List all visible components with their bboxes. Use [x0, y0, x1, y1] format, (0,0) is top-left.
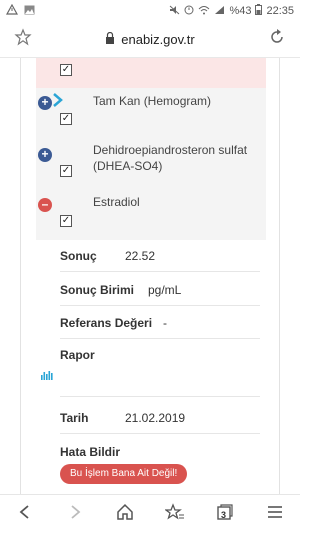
status-bar: %43 22:35	[0, 0, 300, 22]
star-list-icon	[164, 503, 185, 526]
browser-bottom-nav: 3	[0, 494, 300, 534]
alarm-icon	[184, 5, 194, 18]
previous-test-row: ✓	[36, 58, 266, 88]
bookmark-star-icon[interactable]	[14, 28, 32, 51]
warning-icon	[5, 3, 19, 18]
divider	[60, 396, 260, 397]
wifi-icon	[198, 5, 210, 18]
expand-plus-icon[interactable]: +	[38, 148, 52, 162]
reference-value: -	[163, 316, 167, 330]
battery-text: %43	[229, 5, 252, 17]
menu-button[interactable]	[260, 500, 290, 530]
test-label: Estradiol	[93, 195, 140, 209]
home-button[interactable]	[110, 500, 140, 530]
report-error-label: Hata Bildir	[60, 445, 121, 459]
reference-label: Referans Değeri	[60, 316, 153, 330]
battery-icon	[255, 4, 263, 18]
status-right: %43 22:35	[169, 4, 294, 18]
test-checkbox[interactable]: ✓	[60, 64, 72, 76]
chevron-right-icon	[52, 92, 64, 113]
image-icon	[24, 5, 35, 18]
unit-label: Sonuç Birimi	[60, 283, 135, 297]
date-label: Tarih	[60, 411, 89, 425]
page-content: ✓ + ✓ Tam Kan (Hemogram) + ✓ Dehidroepia…	[0, 58, 300, 494]
not-my-record-button[interactable]: Bu İşlem Bana Ait Değil!	[60, 464, 188, 484]
back-button[interactable]	[10, 500, 40, 530]
test-label: Tam Kan (Hemogram)	[93, 94, 212, 108]
test-checkbox[interactable]: ✓	[60, 215, 72, 227]
bookmarks-button[interactable]	[160, 500, 190, 530]
tabs-button[interactable]: 3	[210, 500, 240, 530]
unit-value: pg/mL	[148, 283, 182, 297]
lock-icon	[105, 31, 115, 47]
browser-url-bar: enabiz.gov.tr	[0, 22, 300, 58]
signal-icon	[214, 5, 225, 18]
result-label: Sonuç	[60, 249, 97, 263]
clock-time: 22:35	[266, 5, 294, 17]
divider	[60, 433, 260, 434]
test-checkbox[interactable]: ✓	[60, 113, 72, 125]
reload-icon[interactable]	[268, 28, 286, 51]
forward-button[interactable]	[60, 500, 90, 530]
divider	[60, 338, 260, 339]
url-text: enabiz.gov.tr	[121, 32, 195, 47]
result-value: 22.52	[125, 249, 156, 263]
date-value: 21.02.2019	[125, 411, 186, 425]
test-checkbox[interactable]: ✓	[60, 165, 72, 177]
divider	[60, 305, 260, 306]
address-field[interactable]: enabiz.gov.tr	[105, 31, 195, 47]
forward-arrow-icon	[68, 504, 82, 525]
test-label: Dehidroepiandrosteron sulfat (DHEA-SO4)	[93, 143, 248, 173]
report-label: Rapor	[60, 348, 95, 362]
divider	[60, 271, 260, 272]
expand-plus-icon[interactable]: +	[38, 96, 52, 110]
mute-icon	[169, 5, 180, 18]
collapse-minus-icon[interactable]: –	[38, 198, 52, 212]
home-icon	[116, 503, 134, 526]
report-chart-icon[interactable]	[40, 368, 54, 386]
back-arrow-icon	[18, 504, 32, 525]
test-row-estradiol[interactable]	[36, 188, 266, 240]
hamburger-menu-icon	[267, 505, 283, 524]
status-left	[5, 3, 35, 18]
tabs-count: 3	[221, 509, 227, 520]
